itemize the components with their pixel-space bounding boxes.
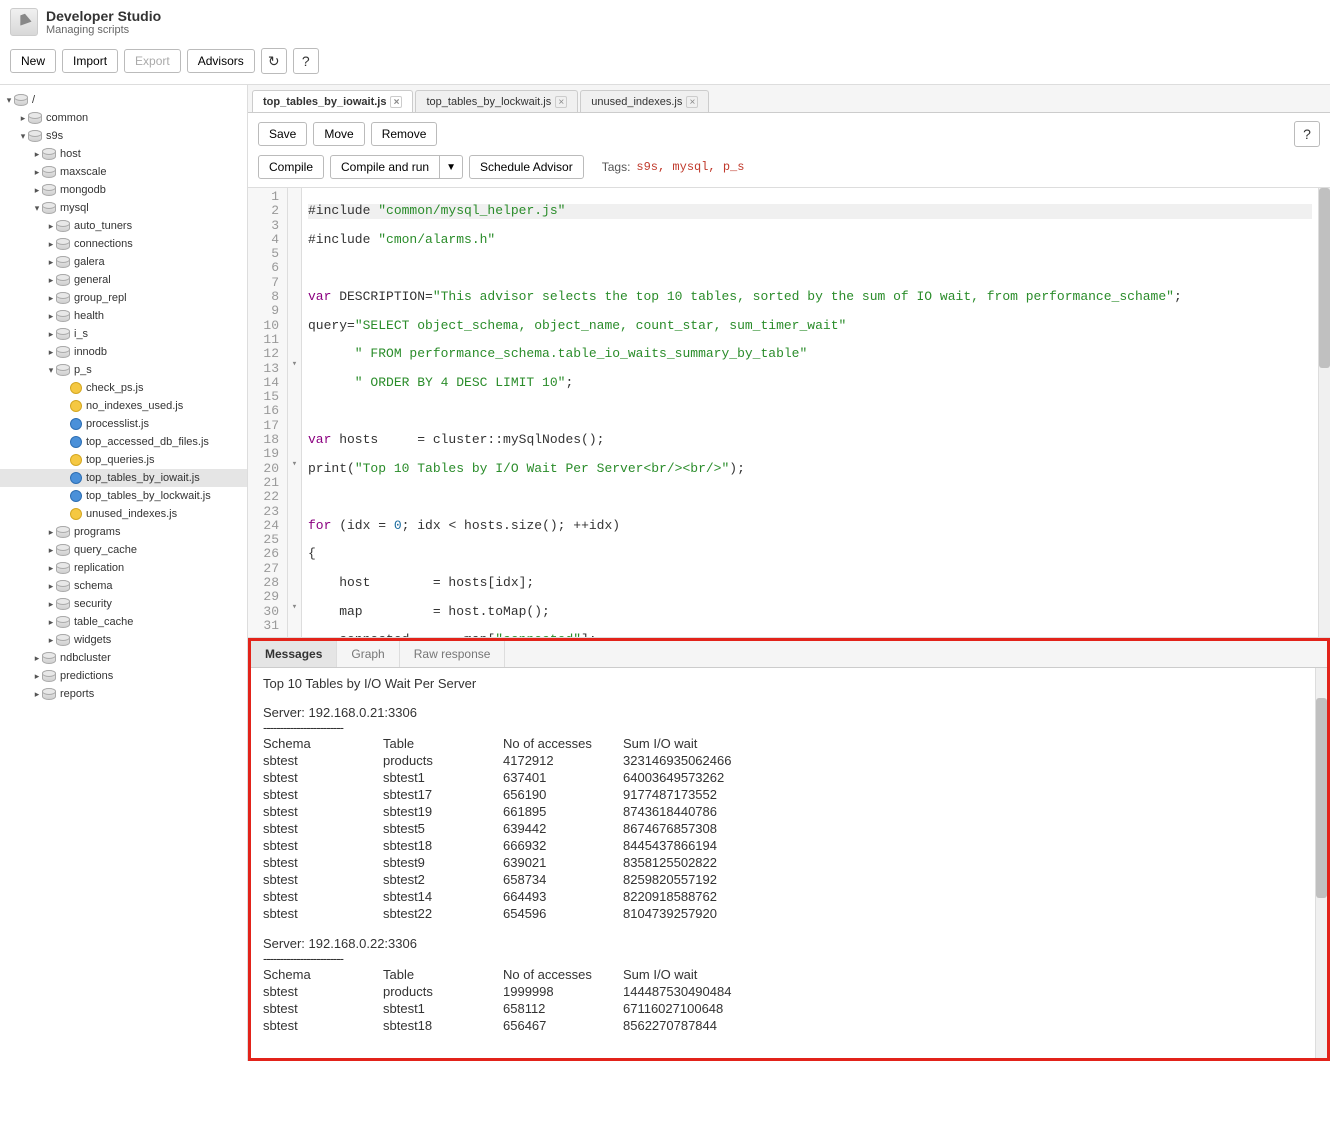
tree-p-s[interactable]: ▾p_s xyxy=(0,361,247,379)
tree-s9s[interactable]: ▾s9s xyxy=(0,127,247,145)
app-subtitle: Managing scripts xyxy=(46,24,161,36)
tree-mongodb[interactable]: ▸mongodb xyxy=(0,181,247,199)
file-tree: ▾/ ▸common ▾s9s ▸host ▸maxscale ▸mongodb… xyxy=(0,85,248,1061)
tree-mysql[interactable]: ▾mysql xyxy=(0,199,247,217)
code-editor[interactable]: 1234567891011121314151617181920212223242… xyxy=(248,188,1330,638)
tree-item-ndbcluster[interactable]: ▸ndbcluster xyxy=(0,649,247,667)
tree-file-processlist.js[interactable]: processlist.js xyxy=(0,415,247,433)
output-header: Schema xyxy=(263,966,383,983)
fold-gutter: ▾▾▾ xyxy=(288,188,302,637)
tree-root[interactable]: ▾/ xyxy=(0,91,247,109)
import-button[interactable]: Import xyxy=(62,49,118,73)
table-row: sbtestsbtest186564678562270787844 xyxy=(263,1017,783,1034)
output-server-label: Server: 192.168.0.21:3306 xyxy=(263,705,1315,720)
table-row: sbtestproducts4172912323146935062466 xyxy=(263,752,783,769)
tree-file-top_accessed_db_files.js[interactable]: top_accessed_db_files.js xyxy=(0,433,247,451)
app-title: Developer Studio xyxy=(46,8,161,24)
tree-item-reports[interactable]: ▸reports xyxy=(0,685,247,703)
tab-messages[interactable]: Messages xyxy=(251,641,337,667)
output-header: Sum I/O wait xyxy=(623,735,783,752)
output-panel: Messages Graph Raw response Top 10 Table… xyxy=(248,638,1330,1061)
output-table: SchemaTableNo of accessesSum I/O waitsbt… xyxy=(263,966,783,1034)
refresh-icon[interactable]: ↻ xyxy=(261,48,287,74)
tags-value: s9s, mysql, p_s xyxy=(636,160,744,174)
editor-scrollbar[interactable] xyxy=(1318,188,1330,637)
tree-item-galera[interactable]: ▸galera xyxy=(0,253,247,271)
table-row: sbtestsbtest146644938220918588762 xyxy=(263,888,783,905)
close-icon[interactable]: × xyxy=(390,96,402,108)
tree-item-widgets[interactable]: ▸widgets xyxy=(0,631,247,649)
editor-tab[interactable]: unused_indexes.js× xyxy=(580,90,709,112)
output-header: No of accesses xyxy=(503,735,623,752)
output-header: Sum I/O wait xyxy=(623,966,783,983)
close-icon[interactable]: × xyxy=(555,96,567,108)
tree-file-top_tables_by_lockwait.js[interactable]: top_tables_by_lockwait.js xyxy=(0,487,247,505)
tree-item-predictions[interactable]: ▸predictions xyxy=(0,667,247,685)
compile-run-button[interactable]: Compile and run xyxy=(330,155,440,179)
tab-raw-response[interactable]: Raw response xyxy=(400,641,506,667)
compile-button[interactable]: Compile xyxy=(258,155,324,179)
tree-item-health[interactable]: ▸health xyxy=(0,307,247,325)
code-area[interactable]: #include "common/mysql_helper.js" #inclu… xyxy=(302,188,1318,637)
table-row: sbtestsbtest165811267116027100648 xyxy=(263,1000,783,1017)
help-panel-icon[interactable]: ? xyxy=(1294,121,1320,147)
tree-item-security[interactable]: ▸security xyxy=(0,595,247,613)
tree-item-group_repl[interactable]: ▸group_repl xyxy=(0,289,247,307)
tree-item-schema[interactable]: ▸schema xyxy=(0,577,247,595)
editor-tab[interactable]: top_tables_by_lockwait.js× xyxy=(415,90,578,112)
tree-item-i_s[interactable]: ▸i_s xyxy=(0,325,247,343)
output-header: Table xyxy=(383,966,503,983)
tree-file-top_tables_by_iowait.js[interactable]: top_tables_by_iowait.js xyxy=(0,469,247,487)
move-button[interactable]: Move xyxy=(313,122,364,146)
tree-file-top_queries.js[interactable]: top_queries.js xyxy=(0,451,247,469)
tree-file-check_ps.js[interactable]: check_ps.js xyxy=(0,379,247,397)
table-row: sbtestsbtest176561909177487173552 xyxy=(263,786,783,803)
tree-item-table_cache[interactable]: ▸table_cache xyxy=(0,613,247,631)
remove-button[interactable]: Remove xyxy=(371,122,438,146)
compile-run-dropdown[interactable]: ▼ xyxy=(440,155,463,179)
new-button[interactable]: New xyxy=(10,49,56,73)
output-body: Top 10 Tables by I/O Wait Per Server Ser… xyxy=(251,668,1327,1058)
tags-label: Tags: xyxy=(602,160,631,174)
help-icon[interactable]: ? xyxy=(293,48,319,74)
tab-graph[interactable]: Graph xyxy=(337,641,399,667)
export-button: Export xyxy=(124,49,181,73)
tree-item-programs[interactable]: ▸programs xyxy=(0,523,247,541)
output-header: No of accesses xyxy=(503,966,623,983)
table-row: sbtestsbtest226545968104739257920 xyxy=(263,905,783,922)
schedule-advisor-button[interactable]: Schedule Advisor xyxy=(469,155,584,179)
tree-common[interactable]: ▸common xyxy=(0,109,247,127)
table-row: sbtestsbtest56394428674676857308 xyxy=(263,820,783,837)
output-server-label: Server: 192.168.0.22:3306 xyxy=(263,936,1315,951)
editor-tabs: top_tables_by_iowait.js×top_tables_by_lo… xyxy=(248,85,1330,113)
tree-item-auto_tuners[interactable]: ▸auto_tuners xyxy=(0,217,247,235)
advisors-button[interactable]: Advisors xyxy=(187,49,255,73)
output-table: SchemaTableNo of accessesSum I/O waitsbt… xyxy=(263,735,783,922)
output-scrollbar[interactable] xyxy=(1315,668,1327,1058)
save-button[interactable]: Save xyxy=(258,122,307,146)
table-row: sbtestsbtest186669328445437866194 xyxy=(263,837,783,854)
table-row: sbtestsbtest163740164003649573262 xyxy=(263,769,783,786)
line-gutter: 1234567891011121314151617181920212223242… xyxy=(248,188,288,637)
table-row: sbtestsbtest96390218358125502822 xyxy=(263,854,783,871)
app-icon xyxy=(10,8,38,36)
tree-item-replication[interactable]: ▸replication xyxy=(0,559,247,577)
tree-item-query_cache[interactable]: ▸query_cache xyxy=(0,541,247,559)
output-title: Top 10 Tables by I/O Wait Per Server xyxy=(263,676,1315,691)
tree-maxscale[interactable]: ▸maxscale xyxy=(0,163,247,181)
close-icon[interactable]: × xyxy=(686,96,698,108)
tree-host[interactable]: ▸host xyxy=(0,145,247,163)
tree-item-connections[interactable]: ▸connections xyxy=(0,235,247,253)
table-row: sbtestsbtest196618958743618440786 xyxy=(263,803,783,820)
output-header: Schema xyxy=(263,735,383,752)
editor-tab[interactable]: top_tables_by_iowait.js× xyxy=(252,90,413,112)
tree-file-no_indexes_used.js[interactable]: no_indexes_used.js xyxy=(0,397,247,415)
tree-item-innodb[interactable]: ▸innodb xyxy=(0,343,247,361)
tree-file-unused_indexes.js[interactable]: unused_indexes.js xyxy=(0,505,247,523)
table-row: sbtestproducts1999998144487530490484 xyxy=(263,983,783,1000)
table-row: sbtestsbtest26587348259820557192 xyxy=(263,871,783,888)
tree-item-general[interactable]: ▸general xyxy=(0,271,247,289)
output-header: Table xyxy=(383,735,503,752)
